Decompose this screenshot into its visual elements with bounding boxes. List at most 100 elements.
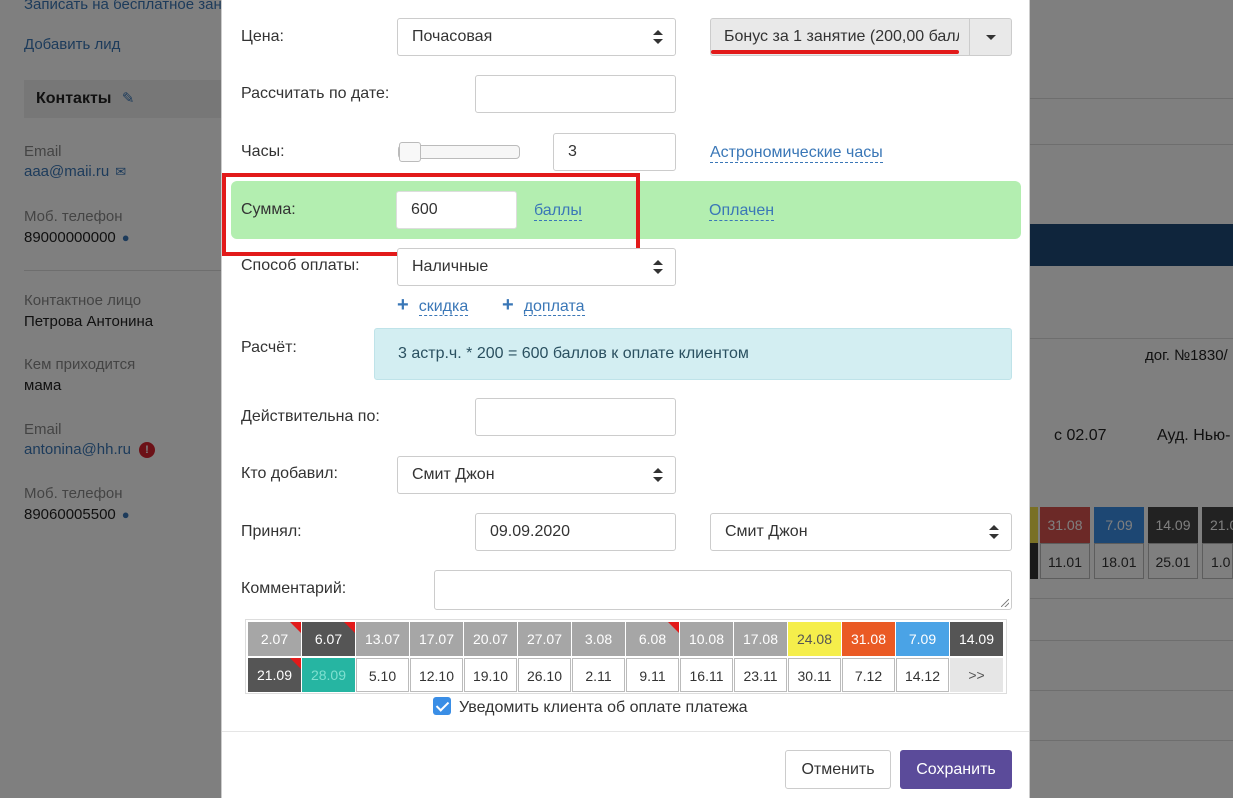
accepted-by-value: Смит Джон bbox=[725, 523, 808, 540]
date-cell[interactable]: 5.10 bbox=[356, 658, 409, 692]
calc-date-label: Рассчитать по дате: bbox=[241, 85, 390, 102]
date-cell-label: 19.10 bbox=[472, 668, 509, 684]
date-cell-label: 10.08 bbox=[688, 631, 725, 647]
date-cell-label: >> bbox=[968, 667, 985, 683]
date-cell-label: 3.08 bbox=[584, 631, 613, 647]
save-button[interactable]: Сохранить bbox=[900, 750, 1012, 789]
date-cell[interactable]: 23.11 bbox=[734, 658, 787, 692]
modal-footer-divider bbox=[222, 731, 1029, 732]
date-cell-label: 24.08 bbox=[796, 631, 833, 647]
notify-checkbox[interactable] bbox=[433, 697, 451, 715]
valid-until-input[interactable] bbox=[475, 398, 676, 436]
date-cell-label: 28.09 bbox=[310, 667, 347, 683]
date-cell-label: 17.08 bbox=[742, 631, 779, 647]
date-cell-label: 20.07 bbox=[472, 631, 509, 647]
date-cell-label: 21.09 bbox=[256, 667, 293, 683]
updown-arrows-icon bbox=[653, 29, 663, 45]
date-cell-label: 5.10 bbox=[368, 668, 397, 684]
surcharge-action[interactable]: + доплата bbox=[502, 294, 585, 317]
date-cell[interactable]: 24.08 bbox=[788, 622, 841, 656]
date-cell[interactable]: 6.08 bbox=[626, 622, 679, 656]
discount-link[interactable]: скидка bbox=[418, 298, 469, 316]
accepted-by-select[interactable]: Смит Джон bbox=[710, 513, 1012, 551]
valid-until-label: Действительна по: bbox=[241, 408, 380, 425]
date-cell-label: 7.09 bbox=[908, 631, 937, 647]
hours-label: Часы: bbox=[241, 143, 285, 160]
slider-handle[interactable] bbox=[399, 142, 421, 162]
date-cell-label: 16.11 bbox=[689, 668, 724, 684]
date-cell[interactable]: 19.10 bbox=[464, 658, 517, 692]
date-cell[interactable]: 30.11 bbox=[788, 658, 841, 692]
date-cell[interactable]: 28.09 bbox=[302, 658, 355, 692]
payment-method-label: Способ оплаты: bbox=[241, 257, 360, 274]
annotation-underline bbox=[711, 50, 959, 54]
payment-modal: Цена: Почасовая Бонус за 1 занятие (200,… bbox=[221, 0, 1030, 798]
plus-icon: + bbox=[502, 294, 514, 316]
cancel-button[interactable]: Отменить bbox=[785, 750, 891, 789]
date-cell[interactable]: 14.09 bbox=[950, 622, 1003, 656]
comment-textarea[interactable] bbox=[434, 570, 1012, 610]
price-select[interactable]: Почасовая bbox=[397, 18, 676, 56]
annotation-box bbox=[222, 173, 640, 256]
date-cell-label: 13.07 bbox=[364, 631, 401, 647]
added-by-value: Смит Джон bbox=[412, 466, 495, 483]
date-cell[interactable]: 9.11 bbox=[626, 658, 679, 692]
date-cell[interactable]: 7.12 bbox=[842, 658, 895, 692]
notify-label: Уведомить клиента об оплате платежа bbox=[459, 699, 748, 716]
plus-icon: + bbox=[397, 294, 409, 316]
updown-arrows-icon bbox=[989, 524, 999, 540]
flag-corner-icon bbox=[344, 622, 355, 633]
added-by-label: Кто добавил: bbox=[241, 465, 338, 482]
date-cell[interactable]: 14.12 bbox=[896, 658, 949, 692]
date-cell[interactable]: >> bbox=[950, 658, 1003, 692]
date-cell[interactable]: 3.08 bbox=[572, 622, 625, 656]
accepted-label: Принял: bbox=[241, 523, 302, 540]
calculation-label: Расчёт: bbox=[241, 339, 297, 356]
date-cell-label: 23.11 bbox=[743, 668, 778, 684]
date-cell[interactable]: 26.10 bbox=[518, 658, 571, 692]
updown-arrows-icon bbox=[653, 259, 663, 275]
hours-input[interactable]: 3 bbox=[553, 133, 676, 171]
date-cell[interactable]: 6.07 bbox=[302, 622, 355, 656]
hours-slider[interactable] bbox=[398, 142, 520, 162]
added-by-select[interactable]: Смит Джон bbox=[397, 456, 676, 494]
price-select-value: Почасовая bbox=[412, 28, 493, 45]
date-cell-label: 31.08 bbox=[850, 631, 887, 647]
date-cell[interactable]: 12.10 bbox=[410, 658, 463, 692]
payment-method-value: Наличные bbox=[412, 258, 489, 275]
surcharge-link[interactable]: доплата bbox=[523, 298, 585, 316]
date-cell[interactable]: 13.07 bbox=[356, 622, 409, 656]
date-cell[interactable]: 27.07 bbox=[518, 622, 571, 656]
comment-label: Комментарий: bbox=[241, 580, 347, 597]
astronomical-hours-link[interactable]: Астрономические часы bbox=[710, 143, 883, 163]
date-cell[interactable]: 10.08 bbox=[680, 622, 733, 656]
date-cell-label: 6.07 bbox=[314, 631, 343, 647]
date-cell[interactable]: 20.07 bbox=[464, 622, 517, 656]
accepted-date-input[interactable]: 09.09.2020 bbox=[475, 513, 676, 551]
date-cell-label: 2.07 bbox=[260, 631, 289, 647]
updown-arrows-icon bbox=[653, 467, 663, 483]
payment-method-select[interactable]: Наличные bbox=[397, 248, 676, 286]
notify-checkbox-row[interactable]: Уведомить клиента об оплате платежа bbox=[433, 697, 748, 717]
flag-corner-icon bbox=[290, 658, 301, 669]
date-cell-label: 26.10 bbox=[526, 668, 563, 684]
flag-corner-icon bbox=[668, 622, 679, 633]
date-cell[interactable]: 2.07 bbox=[248, 622, 301, 656]
date-cell[interactable]: 7.09 bbox=[896, 622, 949, 656]
date-cell[interactable]: 2.11 bbox=[572, 658, 625, 692]
date-cell-label: 14.12 bbox=[904, 668, 941, 684]
date-cell-label: 30.11 bbox=[797, 668, 832, 684]
date-cell[interactable]: 16.11 bbox=[680, 658, 733, 692]
paid-status-link[interactable]: Оплачен bbox=[709, 201, 775, 221]
caret-down-icon[interactable] bbox=[969, 19, 1011, 55]
date-cell[interactable]: 21.09 bbox=[248, 658, 301, 692]
date-cell-label: 6.08 bbox=[638, 631, 667, 647]
calc-date-input[interactable] bbox=[475, 75, 676, 113]
discount-action[interactable]: + скидка bbox=[397, 294, 469, 317]
date-cell[interactable]: 17.08 bbox=[734, 622, 787, 656]
date-cell-label: 9.11 bbox=[639, 668, 666, 684]
date-cell[interactable]: 31.08 bbox=[842, 622, 895, 656]
price-label: Цена: bbox=[241, 28, 284, 45]
date-cell-label: 7.12 bbox=[854, 668, 883, 684]
date-cell[interactable]: 17.07 bbox=[410, 622, 463, 656]
